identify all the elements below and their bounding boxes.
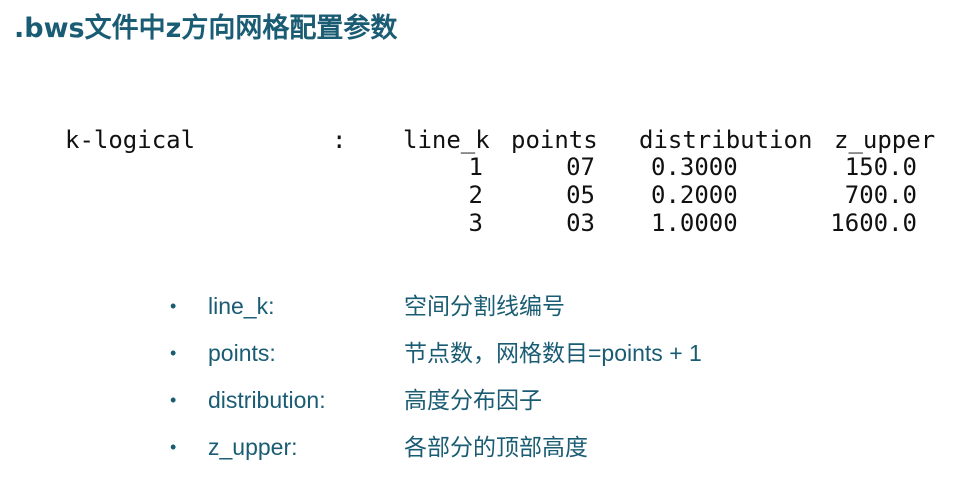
definition-description: 节点数，网格数目=points + 1 — [404, 340, 702, 366]
definition-term: points: — [208, 340, 276, 366]
bullet-dot: • — [170, 390, 177, 410]
definition-description: 高度分布因子 — [404, 387, 542, 413]
cell-points: 03 — [566, 209, 595, 237]
cell-z-upper: 1600.0 — [830, 209, 917, 237]
k-logical-label: k-logical — [65, 126, 196, 154]
slide-title: .bws文件中z方向网格配置参数 — [14, 13, 398, 44]
definition-term: z_upper: — [208, 434, 298, 460]
column-header-z-upper: z_upper — [834, 126, 936, 154]
cell-distribution: 0.2000 — [651, 181, 738, 209]
cell-z-upper: 150.0 — [844, 153, 917, 181]
bullet-dot: • — [170, 343, 177, 363]
cell-line-k: 2 — [468, 181, 483, 209]
cell-distribution: 0.3000 — [651, 153, 738, 181]
definition-term: line_k: — [208, 293, 275, 319]
bullet-dot: • — [170, 296, 177, 316]
definition-description: 各部分的顶部高度 — [404, 434, 588, 460]
column-header-line-k: line_k — [403, 126, 490, 154]
cell-line-k: 3 — [468, 209, 483, 237]
separator-colon: : — [332, 126, 347, 154]
cell-line-k: 1 — [468, 153, 483, 181]
column-header-distribution: distribution — [639, 126, 813, 154]
definition-term: distribution: — [208, 387, 326, 413]
cell-distribution: 1.0000 — [651, 209, 738, 237]
definition-description: 空间分割线编号 — [404, 293, 565, 319]
cell-points: 07 — [566, 153, 595, 181]
column-header-points: points — [511, 126, 598, 154]
cell-points: 05 — [566, 181, 595, 209]
bullet-dot: • — [170, 437, 177, 457]
cell-z-upper: 700.0 — [844, 181, 917, 209]
